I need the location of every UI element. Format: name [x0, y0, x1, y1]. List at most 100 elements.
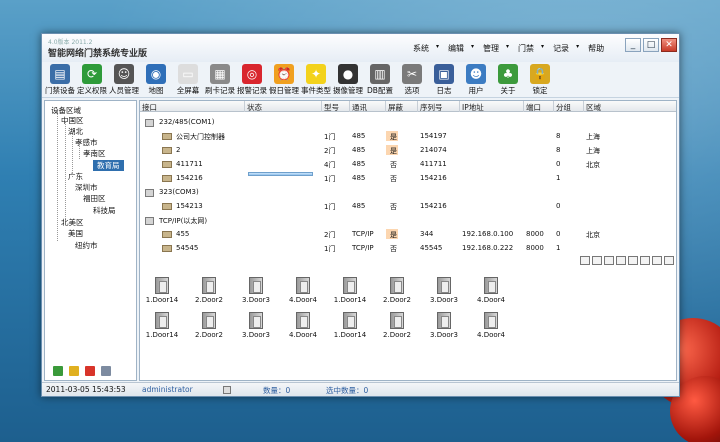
toolbar-button-0[interactable]: ▤ 门禁设备	[44, 62, 76, 96]
column-divider[interactable]	[523, 101, 524, 112]
toolbar-button-15[interactable]: 🔒 锁定	[524, 62, 556, 96]
view-small-icon[interactable]	[592, 256, 602, 265]
device-name[interactable]: 154216	[176, 174, 203, 182]
cell-model: 4门	[324, 161, 336, 169]
tree-node[interactable]: 孝南区	[83, 148, 106, 159]
column-header[interactable]: 端口	[526, 102, 541, 113]
view-grid-icon[interactable]	[664, 256, 674, 265]
column-header[interactable]: 通讯	[352, 102, 367, 113]
toolbar-button-5[interactable]: ▦ 刷卡记录	[204, 62, 236, 96]
column-header[interactable]: 序列号	[420, 102, 443, 113]
toolbar-button-3[interactable]: ◉ 地图	[140, 62, 172, 96]
port-name[interactable]: TCP/IP(以太网)	[159, 216, 207, 226]
maximize-button[interactable]: □	[643, 38, 659, 52]
door-icon	[296, 312, 310, 329]
tree-node[interactable]: 福田区	[83, 193, 106, 204]
menu-manage[interactable]: 管理	[476, 43, 506, 54]
cell-mask: 是	[390, 133, 397, 141]
cell-ip: 192.168.0.222	[462, 244, 514, 252]
cell-area: 北京	[586, 161, 600, 169]
column-divider[interactable]	[349, 101, 350, 112]
door-item[interactable]: 2.Door2	[189, 277, 229, 304]
toolbar-label: 假日管理	[269, 86, 299, 95]
column-divider[interactable]	[385, 101, 386, 112]
door-item[interactable]: 1.Door14	[330, 312, 370, 339]
close-button[interactable]: ✕	[661, 38, 677, 52]
tree-node[interactable]: 教育局	[93, 160, 124, 171]
toolbar-button-10[interactable]: ▥ DB配置	[364, 62, 396, 96]
menu-access[interactable]: 门禁	[511, 43, 541, 54]
toolbar-button-11[interactable]: ✂ 选项	[396, 62, 428, 96]
view-up-icon[interactable]	[640, 256, 650, 265]
door-item[interactable]: 2.Door2	[377, 312, 417, 339]
column-header[interactable]: 状态	[247, 102, 262, 113]
toolbar-button-9[interactable]: ● 摄像管理	[332, 62, 364, 96]
door-item[interactable]: 2.Door2	[377, 277, 417, 304]
toolbar-button-13[interactable]: ☻ 用户	[460, 62, 492, 96]
menu-system[interactable]: 系统	[406, 43, 436, 54]
tree-node[interactable]: 广东	[68, 171, 83, 182]
view-large-icon[interactable]	[580, 256, 590, 265]
view-list-icon[interactable]	[604, 256, 614, 265]
column-divider[interactable]	[553, 101, 554, 112]
minimize-button[interactable]: _	[625, 38, 641, 52]
door-item[interactable]: 2.Door2	[189, 312, 229, 339]
door-item[interactable]: 4.Door4	[283, 277, 323, 304]
door-item[interactable]: 4.Door4	[471, 277, 511, 304]
tree-node[interactable]: 深圳市	[75, 182, 98, 193]
window-controls: _ □ ✕	[625, 38, 677, 52]
door-item[interactable]: 3.Door3	[424, 277, 464, 304]
device-name[interactable]: 411711	[176, 160, 203, 168]
tree-node[interactable]: 美国	[68, 228, 83, 239]
device-name[interactable]: 2	[176, 146, 180, 154]
device-name[interactable]: 54545	[176, 244, 198, 252]
column-header[interactable]: 分组	[556, 102, 571, 113]
toolbar-button-7[interactable]: ⏰ 假日管理	[268, 62, 300, 96]
view-tile-icon[interactable]	[628, 256, 638, 265]
menu-records[interactable]: 记录	[546, 43, 576, 54]
door-item[interactable]: 3.Door3	[236, 277, 276, 304]
toolbar-button-12[interactable]: ▣ 日志	[428, 62, 460, 96]
toolbar-button-4[interactable]: ▭ 全屏幕	[172, 62, 204, 96]
door-item[interactable]: 3.Door3	[424, 312, 464, 339]
column-header[interactable]: 屏蔽	[388, 102, 403, 113]
tree-node[interactable]: 纽约市	[75, 240, 98, 251]
port-name[interactable]: 323(COM3)	[159, 188, 199, 196]
settings-icon[interactable]	[101, 366, 111, 376]
column-divider[interactable]	[417, 101, 418, 112]
toolbar-button-2[interactable]: ☺ 人员管理	[108, 62, 140, 96]
tree-node[interactable]: 科技局	[93, 205, 116, 216]
toolbar-button-14[interactable]: ♣ 关于	[492, 62, 524, 96]
door-item[interactable]: 4.Door4	[283, 312, 323, 339]
door-item[interactable]: 4.Door4	[471, 312, 511, 339]
device-name[interactable]: 公司大门控制器	[176, 132, 225, 142]
column-divider[interactable]	[321, 101, 322, 112]
menu-help[interactable]: 帮助	[581, 43, 611, 54]
view-detail-icon[interactable]	[616, 256, 626, 265]
column-header[interactable]: 区域	[586, 102, 601, 113]
column-header[interactable]: 型号	[324, 102, 339, 113]
column-header[interactable]: 接口	[142, 102, 157, 113]
cell-group: 1	[556, 174, 561, 182]
column-divider[interactable]	[244, 101, 245, 112]
menu-edit[interactable]: 编辑	[441, 43, 471, 54]
door-item[interactable]: 1.Door14	[142, 312, 182, 339]
device-name[interactable]: 455	[176, 230, 189, 238]
door-item[interactable]: 1.Door14	[142, 277, 182, 304]
add-icon[interactable]	[53, 366, 63, 376]
toolbar-button-8[interactable]: ✦ 事件类型	[300, 62, 332, 96]
db-config-icon: ▥	[370, 64, 390, 84]
device-name[interactable]: 154213	[176, 202, 203, 210]
door-item[interactable]: 3.Door3	[236, 312, 276, 339]
view-down-icon[interactable]	[652, 256, 662, 265]
column-divider[interactable]	[459, 101, 460, 112]
toolbar-button-6[interactable]: ◎ 报警记录	[236, 62, 268, 96]
toolbar-button-1[interactable]: ⟳ 定义权限	[76, 62, 108, 96]
column-header[interactable]: IP地址	[462, 102, 484, 113]
tree-node[interactable]: 湖北	[68, 126, 83, 137]
delete-icon[interactable]	[85, 366, 95, 376]
edit-icon[interactable]	[69, 366, 79, 376]
port-name[interactable]: 232/485(COM1)	[159, 118, 214, 126]
door-item[interactable]: 1.Door14	[330, 277, 370, 304]
column-divider[interactable]	[583, 101, 584, 112]
